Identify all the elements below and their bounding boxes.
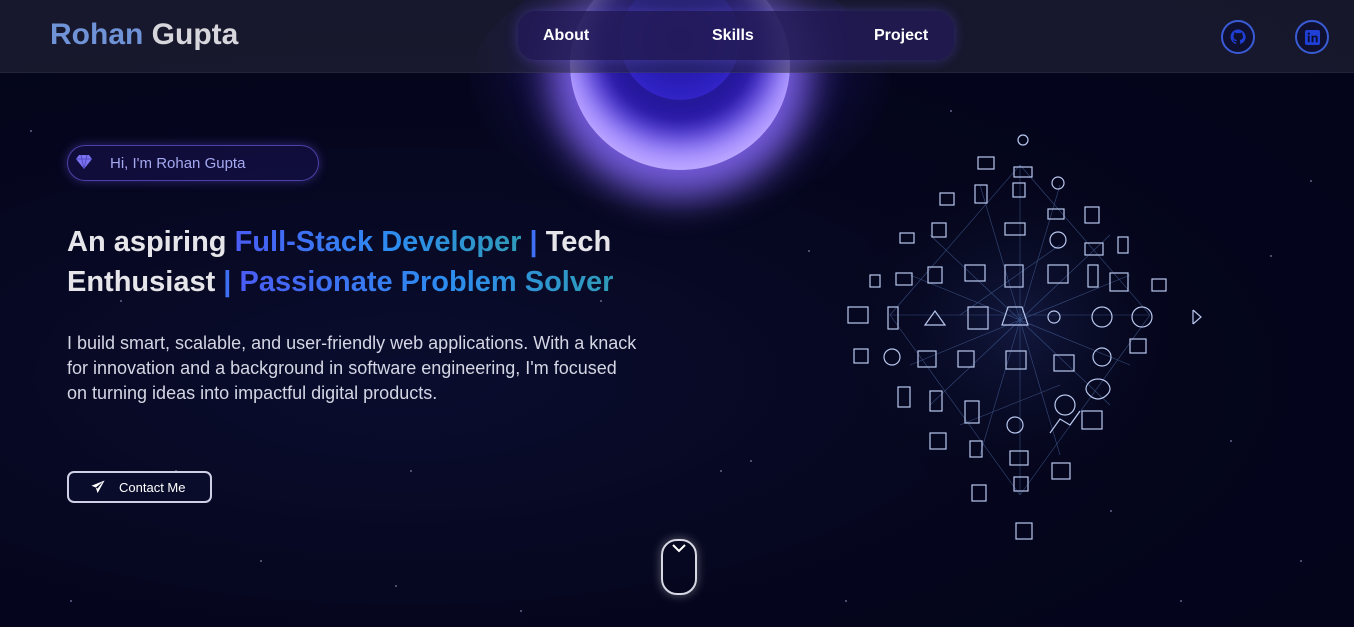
chevron-down-icon — [672, 544, 686, 553]
diamond-icon — [76, 155, 92, 169]
hero-description: I build smart, scalable, and user-friend… — [67, 333, 637, 403]
nav-about[interactable]: About — [543, 27, 589, 45]
brand-first-name: Rohan — [50, 18, 144, 51]
linkedin-link[interactable] — [1295, 20, 1329, 54]
headline-intro: An aspiring — [67, 226, 235, 258]
scroll-down-indicator[interactable] — [661, 539, 697, 595]
nav-skills[interactable]: Skills — [712, 27, 754, 45]
brand-logo[interactable]: Rohan Gupta — [50, 18, 238, 52]
paper-plane-icon — [91, 480, 105, 494]
linkedin-icon — [1304, 29, 1320, 45]
github-icon — [1230, 29, 1246, 44]
greeting-badge: Hi, I'm Rohan Gupta — [67, 145, 319, 181]
contact-me-button[interactable]: Contact Me — [67, 471, 212, 503]
tech-globe-illustration — [835, 134, 1205, 540]
brand-last-name: Gupta — [151, 18, 239, 51]
github-link[interactable] — [1221, 20, 1255, 54]
greeting-text: Hi, I'm Rohan Gupta — [110, 155, 246, 172]
hero-headline: An aspiring Full-Stack Developer | Tech … — [67, 222, 667, 302]
headline-separator: | — [215, 266, 240, 298]
header: Rohan Gupta About Skills Project — [0, 0, 1354, 73]
main-nav: About Skills Project — [518, 11, 954, 60]
contact-me-label: Contact Me — [119, 479, 186, 495]
headline-separator: | — [521, 226, 546, 258]
nav-project[interactable]: Project — [874, 27, 928, 45]
headline-solver: Passionate Problem Solver — [239, 266, 614, 298]
page: Rohan Gupta About Skills Project Hi, I'm… — [0, 0, 1354, 627]
headline-role: Full-Stack Developer — [234, 226, 522, 258]
